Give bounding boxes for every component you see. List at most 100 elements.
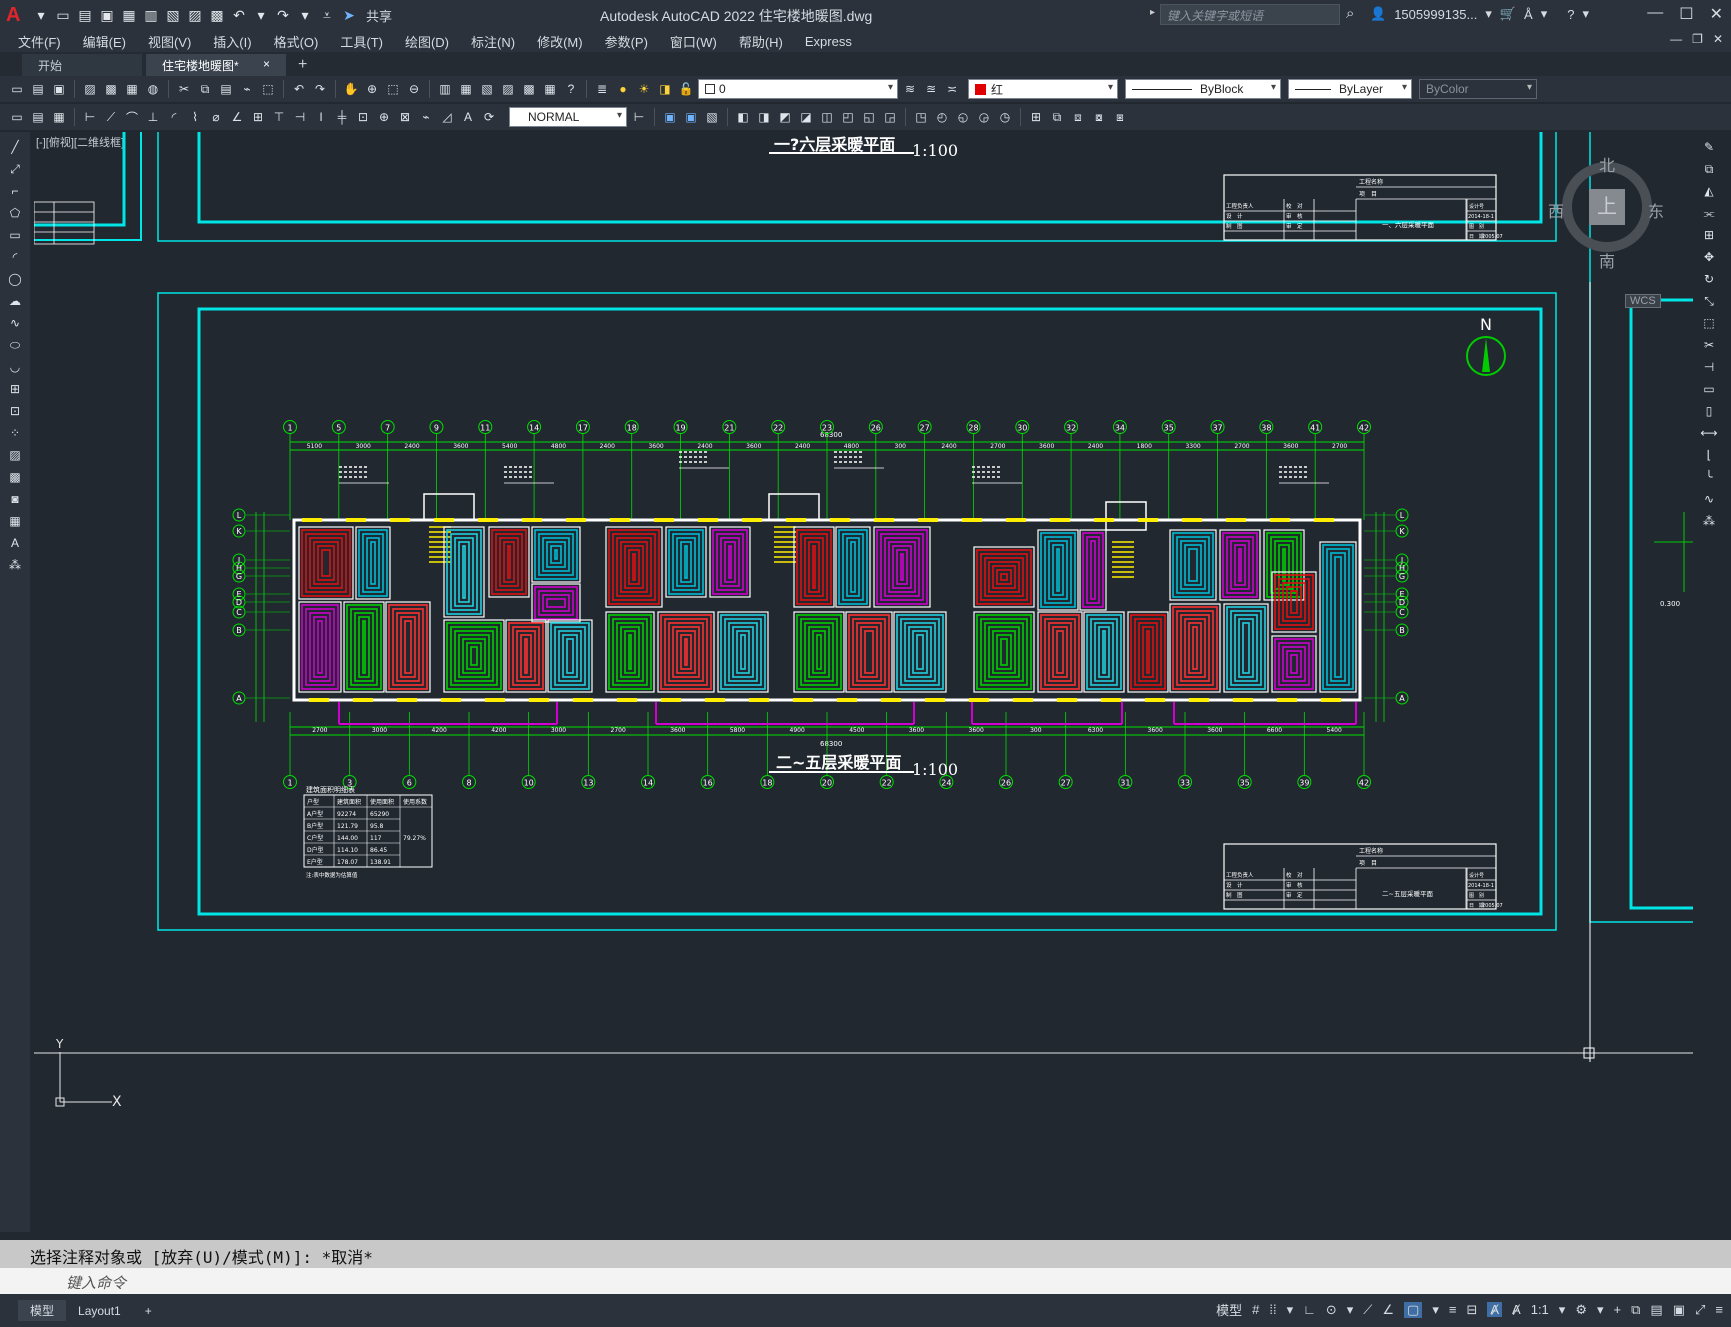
linetype-dropdown[interactable]: ByBlock ▾ bbox=[1125, 79, 1281, 99]
osnap-tracking-icon[interactable]: ∠ bbox=[1382, 1302, 1394, 1318]
circle-icon[interactable]: ◯ bbox=[6, 272, 24, 290]
break-point-icon[interactable]: ▭ bbox=[1700, 382, 1718, 400]
tool-palettes-icon[interactable]: ▧ bbox=[478, 80, 496, 98]
zoom-window-icon[interactable]: ⬚ bbox=[384, 80, 402, 98]
user-name[interactable]: 1505999135... bbox=[1394, 7, 1477, 22]
customize-qat-icon[interactable]: ⩡ bbox=[318, 6, 336, 24]
tab-close-icon[interactable]: × bbox=[263, 57, 270, 73]
compass-north[interactable]: 北 bbox=[1599, 152, 1615, 176]
menu-format[interactable]: 格式(O) bbox=[263, 32, 330, 51]
layoff-icon[interactable]: ◩ bbox=[776, 108, 794, 126]
laylck-icon[interactable]: ◫ bbox=[818, 108, 836, 126]
share-button[interactable]: 共享 bbox=[366, 6, 392, 25]
layiso-icon[interactable]: ◧ bbox=[734, 108, 752, 126]
markup-icon[interactable]: ▩ bbox=[520, 80, 538, 98]
make-current-layer-icon[interactable]: ≋ bbox=[901, 80, 919, 98]
plotstyle-dropdown[interactable]: ByColor ▾ bbox=[1419, 79, 1537, 99]
group-icon[interactable]: ▣ bbox=[661, 108, 679, 126]
tab-start[interactable]: 开始 bbox=[22, 54, 142, 76]
help-tb-icon[interactable]: ? bbox=[562, 80, 580, 98]
gradient-icon[interactable]: ▩ bbox=[6, 470, 24, 488]
dim-continue-icon[interactable]: ⊣ bbox=[291, 108, 309, 126]
layuniso-icon[interactable]: ◨ bbox=[755, 108, 773, 126]
rotate-icon[interactable]: ↻ bbox=[1700, 272, 1718, 290]
save-tb-icon[interactable]: ▣ bbox=[50, 80, 68, 98]
new-file-icon[interactable]: ▭ bbox=[54, 6, 72, 24]
open-icon[interactable]: ▤ bbox=[29, 80, 47, 98]
dim-diameter-icon[interactable]: ⌀ bbox=[207, 108, 225, 126]
scale-icon[interactable]: ⤡ bbox=[1700, 294, 1718, 312]
annotation-scale[interactable]: 1:1 bbox=[1531, 1302, 1549, 1317]
spline-icon[interactable]: ∿ bbox=[6, 316, 24, 334]
new-tab-icon[interactable]: + bbox=[298, 56, 307, 76]
search-icon[interactable]: ⌕ bbox=[1346, 5, 1354, 22]
polar-icon[interactable]: ⊙ bbox=[1326, 1302, 1337, 1318]
save-web-icon[interactable]: ▧ bbox=[164, 6, 182, 24]
center-mark-icon[interactable]: ⊕ bbox=[375, 108, 393, 126]
mirror-icon[interactable]: ◭ bbox=[1700, 184, 1718, 202]
matchprop2-icon[interactable]: ▭ bbox=[8, 108, 26, 126]
insert-block-left-icon[interactable]: ⊞ bbox=[6, 382, 24, 400]
layfrz-icon[interactable]: ◪ bbox=[797, 108, 815, 126]
doc-minimize-icon[interactable]: — bbox=[1670, 32, 1682, 46]
dim-radius-icon[interactable]: ◜ bbox=[165, 108, 183, 126]
menu-view[interactable]: 视图(V) bbox=[137, 32, 202, 51]
customize-status-icon[interactable]: ≡ bbox=[1715, 1302, 1723, 1317]
annotation-monitor-icon[interactable]: + bbox=[1614, 1302, 1622, 1317]
viewcube[interactable]: 上 北 南 西 东 WCS bbox=[1548, 152, 1664, 308]
drawing-canvas[interactable]: [-][俯视][二维线框] 一?六层采暖平面 1:100 工程名称项 目工程负责… bbox=[34, 132, 1693, 1230]
blend-icon[interactable]: ∿ bbox=[1700, 492, 1718, 510]
autocad-logo-icon[interactable]: A bbox=[6, 4, 28, 27]
xref-icon[interactable]: ⧈ bbox=[1069, 108, 1087, 126]
tolerance-icon[interactable]: ⊡ bbox=[354, 108, 372, 126]
make-block-icon[interactable]: ⊡ bbox=[6, 404, 24, 422]
lineweight-dropdown[interactable]: ByLayer ▾ bbox=[1288, 79, 1412, 99]
annotation-visibility-icon[interactable]: Ⱥ bbox=[1487, 1302, 1503, 1317]
ellipse-arc-icon[interactable]: ◡ bbox=[6, 360, 24, 378]
polygon-icon[interactable]: ⬠ bbox=[6, 206, 24, 224]
laycur-icon[interactable]: ◱ bbox=[860, 108, 878, 126]
doc-close-icon[interactable]: ✕ bbox=[1713, 32, 1723, 46]
open-web-icon[interactable]: ▥ bbox=[142, 6, 160, 24]
properties-icon[interactable]: ▥ bbox=[436, 80, 454, 98]
isodraft-icon[interactable]: ⟋ bbox=[1363, 1302, 1372, 1318]
undo-tb-icon[interactable]: ↶ bbox=[290, 80, 308, 98]
save-icon[interactable]: ▣ bbox=[98, 6, 116, 24]
menu-file[interactable]: 文件(F) bbox=[0, 32, 72, 51]
fillet-icon[interactable]: ╰ bbox=[1700, 470, 1718, 488]
draworder-under-icon[interactable]: ◶ bbox=[975, 108, 993, 126]
draworder-above-icon[interactable]: ◵ bbox=[954, 108, 972, 126]
auto-scale-icon[interactable]: Ⱥ bbox=[1512, 1302, 1521, 1317]
menu-modify[interactable]: 修改(M) bbox=[526, 32, 594, 51]
dim-jogged-icon[interactable]: ⌇ bbox=[186, 108, 204, 126]
offset-icon[interactable]: ⫘ bbox=[1700, 206, 1718, 224]
menu-edit[interactable]: 编辑(E) bbox=[72, 32, 137, 51]
calculator-icon[interactable]: ▦ bbox=[541, 80, 559, 98]
logo-dropdown-icon[interactable]: ▾ bbox=[32, 6, 50, 24]
construction-line-icon[interactable]: ⤢ bbox=[6, 162, 24, 180]
compass-south[interactable]: 南 bbox=[1599, 248, 1615, 272]
help-dropdown-icon[interactable]: ▾ bbox=[1582, 6, 1589, 22]
hardware-accel-icon[interactable]: ▣ bbox=[1673, 1302, 1685, 1318]
dim-aligned-icon[interactable]: ⟋ bbox=[102, 108, 120, 126]
attdef-icon[interactable]: ▦ bbox=[50, 108, 68, 126]
layer-lock-icon[interactable]: 🔓 bbox=[677, 80, 695, 98]
dim-edit-icon[interactable]: ◿ bbox=[438, 108, 456, 126]
tab-model[interactable]: 模型 bbox=[18, 1300, 67, 1321]
sheetset-icon[interactable]: ▨ bbox=[499, 80, 517, 98]
wcs-menu[interactable]: WCS bbox=[1625, 294, 1661, 308]
quick-dim-icon[interactable]: ⊞ bbox=[249, 108, 267, 126]
dim-text-edit-icon[interactable]: A bbox=[459, 108, 477, 126]
stretch-icon[interactable]: ⬚ bbox=[1700, 316, 1718, 334]
move-icon[interactable]: ✥ bbox=[1700, 250, 1718, 268]
add-layout-button[interactable]: + bbox=[133, 1302, 164, 1320]
redo-dropdown-icon[interactable]: ▾ bbox=[296, 6, 314, 24]
break-icon[interactable]: ▯ bbox=[1700, 404, 1718, 422]
layer-properties-icon[interactable]: ≣ bbox=[593, 80, 611, 98]
open-file-icon[interactable]: ▤ bbox=[76, 6, 94, 24]
design-center-icon[interactable]: ▦ bbox=[457, 80, 475, 98]
polar-dropdown-icon[interactable]: ▾ bbox=[1347, 1302, 1354, 1318]
cart-icon[interactable]: 🛒 bbox=[1500, 6, 1516, 22]
block-icon[interactable]: ▤ bbox=[29, 108, 47, 126]
plot-tb-icon[interactable]: ▨ bbox=[81, 80, 99, 98]
